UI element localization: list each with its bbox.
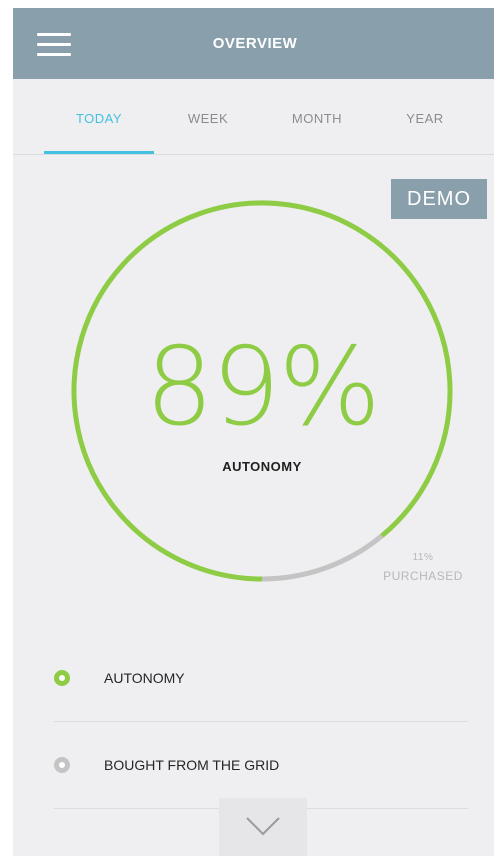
chevron-down-icon bbox=[246, 817, 280, 836]
autonomy-dot-icon bbox=[54, 670, 70, 686]
legend-item-autonomy: AUTONOMY bbox=[54, 635, 468, 722]
gauge-label: AUTONOMY bbox=[222, 459, 302, 474]
expand-button[interactable] bbox=[219, 798, 307, 856]
autonomy-gauge bbox=[71, 200, 453, 582]
legend-label: BOUGHT FROM THE GRID bbox=[104, 757, 280, 773]
autonomy-percentage: 89% bbox=[144, 325, 381, 450]
legend-item-grid: BOUGHT FROM THE GRID bbox=[54, 722, 468, 809]
purchased-percentage: 11% bbox=[412, 552, 434, 563]
grid-dot-icon bbox=[54, 757, 70, 773]
purchased-label: PURCHASED bbox=[383, 569, 463, 583]
gauge-arc-purchased bbox=[261, 533, 384, 582]
app-screen: OVERVIEW TODAY WEEK MONTH YEAR DEMO 89% … bbox=[13, 8, 494, 856]
purchased-annotation: 11% PURCHASED bbox=[373, 548, 473, 586]
legend-label: AUTONOMY bbox=[104, 670, 185, 686]
